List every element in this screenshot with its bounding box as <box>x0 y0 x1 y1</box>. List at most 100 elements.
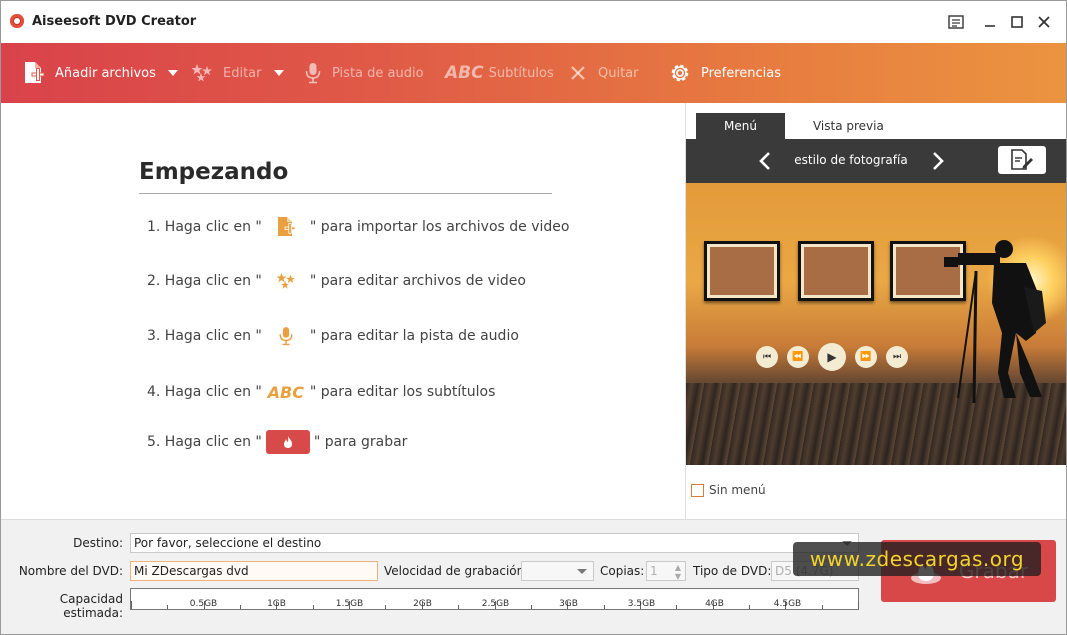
microphone-icon <box>304 62 322 84</box>
capacity-tick <box>603 605 605 609</box>
menu-panel: Menú Vista previa estilo de fotografía ⏮… <box>685 103 1066 519</box>
capacity-tick-label: 3GB <box>559 599 578 609</box>
edit-button[interactable]: Editar <box>191 43 284 103</box>
edit-label: Editar <box>223 65 262 81</box>
menu-preview-image: ⏮ ⏪ ▶ ⏩ ⏭ <box>686 183 1066 465</box>
audio-track-button[interactable]: Pista de audio <box>304 43 424 103</box>
maximize-icon[interactable] <box>1003 9 1031 35</box>
dvd-name-value: Mi ZDescargas dvd <box>134 564 249 578</box>
menu-style-name: estilo de fotografía <box>794 153 908 167</box>
stepper-arrows-icon[interactable]: ▲ ▼ <box>675 563 681 581</box>
app-window: Aiseesoft DVD Creator Añadir archivos Ed… <box>0 0 1067 635</box>
step-audio-prefix: 3. Haga clic en " <box>147 328 262 344</box>
capacity-tick <box>821 605 823 609</box>
chevron-down-icon <box>577 569 587 574</box>
abc-icon: ABC <box>267 382 304 402</box>
minimize-icon[interactable] <box>976 9 1004 35</box>
remove-label: Quitar <box>598 65 639 81</box>
copies-label: Copias: <box>600 564 645 578</box>
app-logo-icon <box>10 14 24 28</box>
audio-track-label: Pista de audio <box>332 65 424 81</box>
title-bar: Aiseesoft DVD Creator <box>1 1 1066 43</box>
capacity-label: Capacidad estimada: <box>59 592 123 620</box>
stars-icon <box>191 63 213 83</box>
capacity-bar: 0.5GB 1GB 1.5GB 2GB 2.5GB 3GB 3.5GB 4GB 4.5GB <box>130 588 859 610</box>
capacity-tick <box>167 605 169 609</box>
capacity-tick <box>131 601 132 609</box>
fast-forward-icon[interactable]: ⏩ <box>855 346 877 368</box>
tab-preview[interactable]: Vista previa <box>784 113 912 139</box>
step-audio-suffix: " para editar la pista de audio <box>309 328 519 344</box>
step-subtitles: 4. Haga clic en " ABC " para editar los … <box>147 378 495 406</box>
capacity-tick-label: 4GB <box>705 599 724 609</box>
title-divider <box>139 193 552 194</box>
edit-template-icon <box>1011 149 1033 170</box>
add-file-icon <box>23 61 45 85</box>
capacity-tick <box>676 605 678 609</box>
capacity-tick <box>858 601 859 609</box>
preferences-button[interactable]: Preferencias <box>669 43 781 103</box>
burn-speed-label: Velocidad de grabación: <box>384 564 529 578</box>
fire-icon <box>265 430 310 454</box>
capacity-tick <box>530 605 532 609</box>
step-import: 1. Haga clic en " " para importar los ar… <box>147 213 569 241</box>
no-menu-label: Sin menú <box>709 483 766 497</box>
no-menu-option[interactable]: Sin menú <box>691 483 766 497</box>
step-edit-suffix: " para editar archivos de video <box>309 273 526 289</box>
abc-icon: ABC <box>445 63 484 83</box>
rewind-icon[interactable]: ⏪ <box>787 346 809 368</box>
step-import-prefix: 1. Haga clic en " <box>147 219 262 235</box>
app-title: Aiseesoft DVD Creator <box>32 14 197 29</box>
edit-dropdown-icon[interactable] <box>273 70 284 76</box>
step-audio: 3. Haga clic en " " para editar la pista… <box>147 322 519 350</box>
menu-tabs: Menú Vista previa <box>696 113 912 139</box>
subtitles-label: Subtítulos <box>488 65 554 81</box>
output-settings-panel: Destino: Por favor, seleccione el destin… <box>1 519 1066 634</box>
capacity-tick-label: 0.5GB <box>189 599 218 609</box>
capacity-tick-label: 2GB <box>413 599 432 609</box>
next-style-icon[interactable] <box>926 147 950 175</box>
capacity-tick <box>748 605 750 609</box>
burn-speed-select[interactable] <box>521 561 594 581</box>
copies-stepper[interactable]: 1 ▲ ▼ <box>646 561 686 581</box>
main-toolbar: Añadir archivos Editar Pista de audio AB… <box>1 43 1066 103</box>
add-file-icon <box>262 216 310 238</box>
skip-back-icon[interactable]: ⏮ <box>756 346 778 368</box>
destination-select[interactable]: Por favor, seleccione el destino <box>130 533 859 553</box>
preferences-label: Preferencias <box>701 65 782 81</box>
add-files-button[interactable]: Añadir archivos <box>23 43 178 103</box>
destination-label: Destino: <box>73 536 123 550</box>
step-subtitles-suffix: " para editar los subtítulos <box>309 384 496 400</box>
no-menu-checkbox[interactable] <box>691 483 704 497</box>
stars-icon <box>262 272 310 290</box>
dvd-name-label: Nombre del DVD: <box>18 564 123 578</box>
dvd-name-input[interactable]: Mi ZDescargas dvd <box>130 561 378 581</box>
step-burn-suffix: " para grabar <box>313 434 408 450</box>
close-icon[interactable] <box>1030 9 1058 35</box>
tab-menu[interactable]: Menú <box>696 113 785 139</box>
skip-forward-icon[interactable]: ⏭ <box>886 346 908 368</box>
capacity-tick-label: 4.5GB <box>773 599 802 609</box>
capacity-tick <box>240 605 242 609</box>
copies-value: 1 <box>650 564 658 578</box>
add-files-dropdown-icon[interactable] <box>167 70 178 76</box>
play-icon[interactable]: ▶ <box>818 343 846 371</box>
add-files-label: Añadir archivos <box>55 65 156 81</box>
edit-menu-button[interactable] <box>998 146 1046 174</box>
photographer-silhouette <box>944 240 1046 404</box>
dvd-type-label: Tipo de DVD: <box>693 564 772 578</box>
step-subtitles-prefix: 4. Haga clic en " <box>147 384 262 400</box>
capacity-tick <box>458 605 460 609</box>
step-burn-prefix: 5. Haga clic en " <box>147 434 262 450</box>
getting-started-title: Empezando <box>139 159 289 185</box>
microphone-icon <box>262 325 310 347</box>
menu-icon[interactable] <box>942 9 970 35</box>
remove-button[interactable]: Quitar <box>570 43 639 103</box>
subtitles-button[interactable]: ABC Subtítulos <box>445 43 554 103</box>
remove-x-icon <box>570 65 586 81</box>
capacity-tick-label: 1GB <box>267 599 286 609</box>
capacity-tick <box>312 605 314 609</box>
step-edit-prefix: 2. Haga clic en " <box>147 273 262 289</box>
step-edit: 2. Haga clic en " " para editar archivos… <box>147 267 526 295</box>
capacity-tick-label: 3.5GB <box>627 599 656 609</box>
